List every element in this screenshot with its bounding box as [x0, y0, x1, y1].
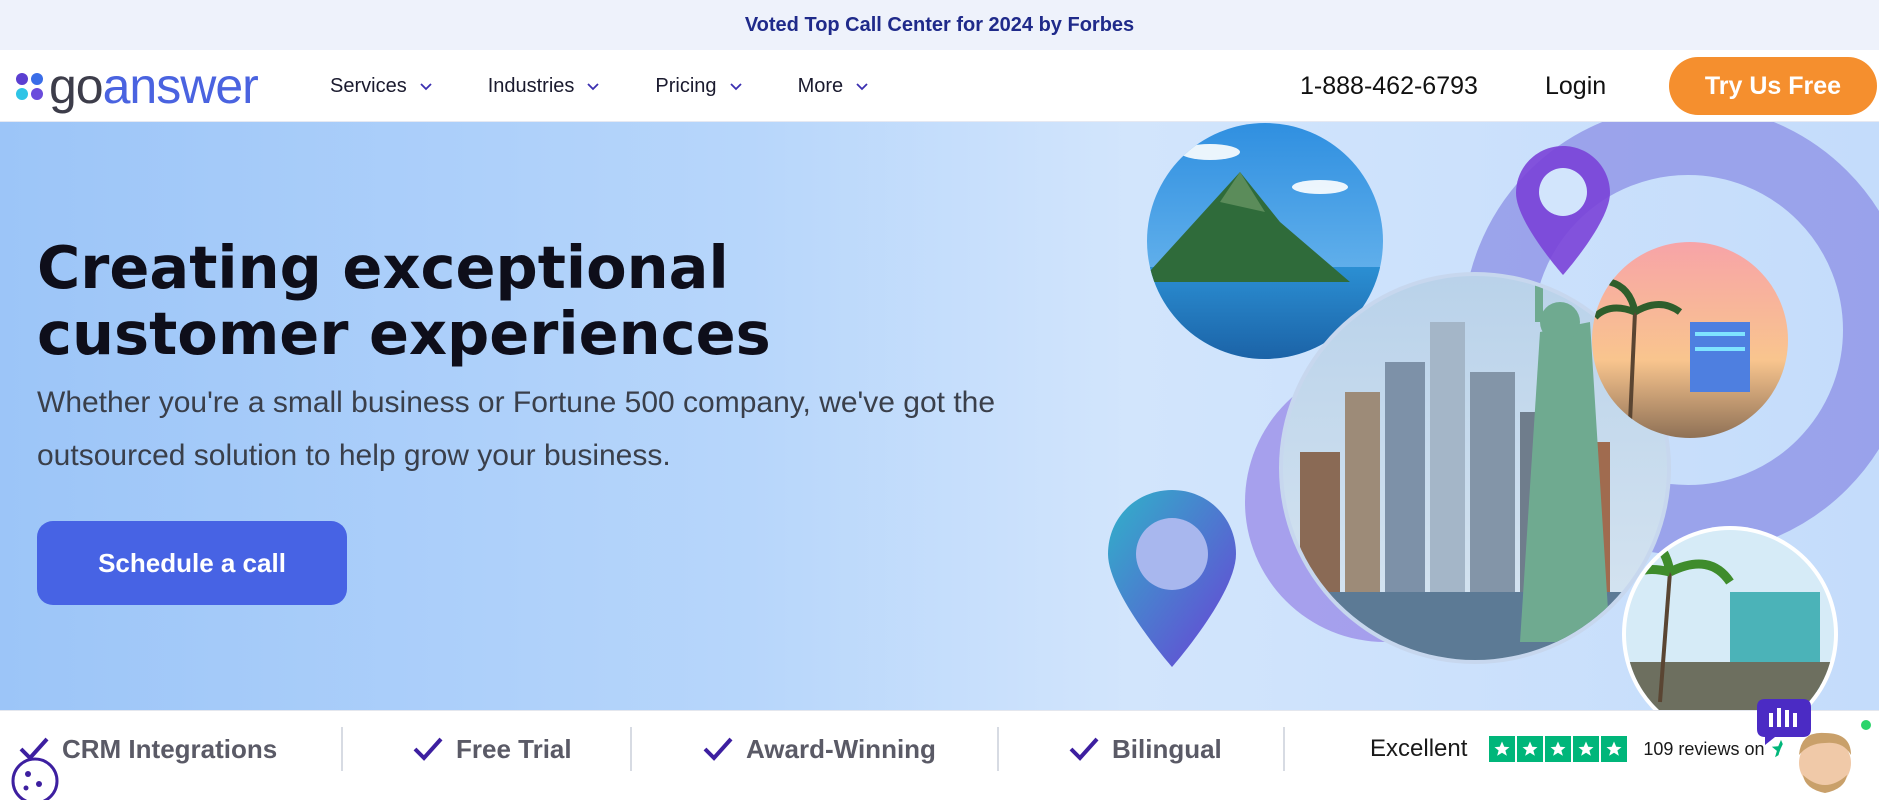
- cookie-settings-icon[interactable]: [8, 754, 62, 800]
- chat-agent-avatar-icon[interactable]: [1745, 697, 1879, 800]
- trustpilot-widget[interactable]: Excellent 109 reviews on: [1370, 729, 1792, 769]
- site-header: goanswer Services Industries Pricing Mor…: [0, 50, 1879, 122]
- phone-link[interactable]: 1-888-462-6793: [1300, 50, 1478, 122]
- divider: [341, 727, 343, 771]
- star-icon: [1545, 736, 1572, 762]
- chevron-down-icon: [729, 83, 742, 91]
- checkmark-icon: [413, 737, 443, 761]
- chevron-down-icon: [587, 83, 600, 91]
- try-us-free-button[interactable]: Try Us Free: [1669, 57, 1877, 115]
- chevron-down-icon: [420, 83, 432, 91]
- login-link[interactable]: Login: [1545, 50, 1606, 122]
- announcement-bar: Voted Top Call Center for 2024 by Forbes: [0, 0, 1879, 50]
- feature-award-winning: Award-Winning: [702, 729, 936, 769]
- nav-item-more[interactable]: More: [798, 75, 870, 98]
- star-icon: [1573, 736, 1600, 762]
- chevron-down-icon: [856, 83, 868, 91]
- main-nav: Services Industries Pricing More: [330, 50, 924, 122]
- nav-label: Industries: [487, 74, 575, 97]
- feature-label: CRM Integrations: [62, 733, 278, 764]
- schedule-call-button[interactable]: Schedule a call: [37, 521, 347, 605]
- feature-label: Free Trial: [456, 733, 572, 764]
- logo-dots-icon: [16, 72, 43, 100]
- nav-label: Services: [330, 74, 407, 97]
- trustpilot-stars: [1489, 736, 1629, 762]
- trustpilot-rating-text: Excellent: [1370, 735, 1468, 762]
- checkmark-icon: [703, 737, 733, 761]
- nav-label: More: [797, 74, 844, 97]
- divider: [997, 727, 999, 771]
- checkmark-icon: [1069, 737, 1099, 761]
- features-strip: CRM Integrations Free Trial Award-Winnin…: [0, 710, 1879, 800]
- star-icon: [1601, 736, 1628, 762]
- hero-section: Creating exceptional customer experience…: [0, 122, 1879, 710]
- nav-item-industries[interactable]: Industries: [488, 75, 601, 98]
- hero-collage-image: [1108, 122, 1879, 710]
- feature-free-trial: Free Trial: [412, 729, 572, 769]
- logo-wordmark: goanswer: [49, 58, 259, 114]
- divider: [1283, 727, 1285, 771]
- divider: [630, 727, 632, 771]
- hero-title: Creating exceptional customer experience…: [37, 233, 771, 368]
- star-icon: [1517, 736, 1544, 762]
- feature-label: Award-Winning: [746, 733, 936, 764]
- nav-item-services[interactable]: Services: [330, 75, 433, 98]
- feature-label: Bilingual: [1112, 733, 1222, 764]
- announcement-text: Voted Top Call Center for 2024 by Forbes: [744, 13, 1135, 36]
- feature-bilingual: Bilingual: [1068, 729, 1222, 769]
- nav-label: Pricing: [655, 74, 717, 97]
- goanswer-logo[interactable]: goanswer: [16, 58, 259, 114]
- hero-subtitle: Whether you're a small business or Fortu…: [37, 386, 996, 472]
- nav-item-pricing[interactable]: Pricing: [655, 75, 742, 98]
- star-icon: [1489, 736, 1516, 762]
